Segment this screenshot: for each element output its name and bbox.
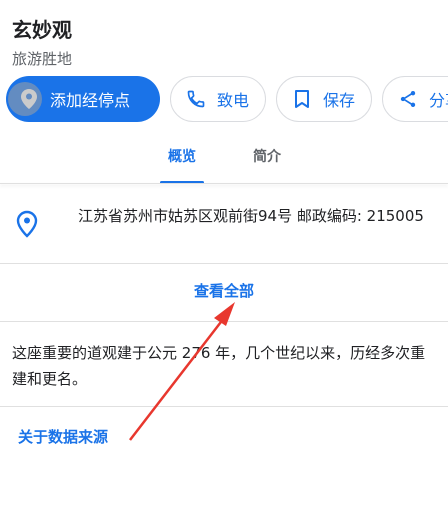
share-icon: [397, 88, 419, 110]
address-row[interactable]: 江苏省苏州市姑苏区观前街94号 邮政编码: 215005: [0, 186, 448, 262]
place-name: 玄妙观: [12, 18, 72, 42]
description-text: 这座重要的道观建于公元 276 年，几个世纪以来，历经多次重建和更名。: [12, 344, 426, 388]
address-text: 江苏省苏州市姑苏区观前街94号 邮政编码: 215005: [78, 207, 424, 225]
data-source-link[interactable]: 关于数据来源: [18, 426, 108, 447]
floating-avatar-icon[interactable]: [8, 82, 42, 116]
divider: [0, 263, 448, 264]
divider: [0, 406, 448, 407]
tab-about[interactable]: 简介: [253, 146, 281, 166]
share-button[interactable]: 分享: [382, 76, 448, 122]
share-label: 分享: [429, 91, 448, 110]
view-all-link[interactable]: 查看全部: [0, 280, 448, 301]
place-category: 旅游胜地: [12, 50, 73, 68]
call-button[interactable]: 致电: [170, 76, 266, 122]
location-pin-icon: [16, 210, 38, 242]
tab-bar: 概览 简介: [0, 138, 448, 184]
bookmark-icon: [291, 88, 313, 110]
tab-overview[interactable]: 概览: [168, 146, 196, 166]
call-label: 致电: [217, 91, 250, 110]
divider: [0, 321, 448, 322]
action-chips: 添加经停点 致电 保存 分享: [0, 74, 448, 128]
tab-bar-divider: [0, 183, 448, 184]
add-stop-label: 添加经停点: [50, 91, 131, 110]
save-label: 保存: [323, 91, 356, 110]
save-button[interactable]: 保存: [276, 76, 372, 122]
phone-icon: [185, 88, 207, 110]
